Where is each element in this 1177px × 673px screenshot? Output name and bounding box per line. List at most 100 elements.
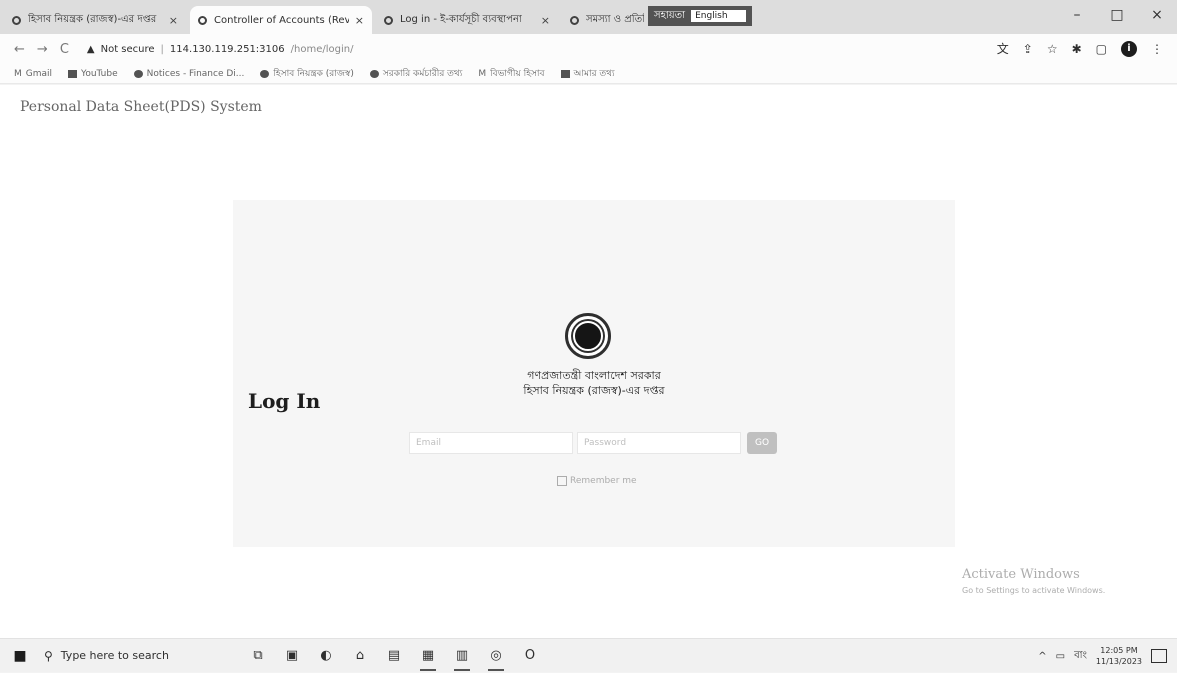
- bookmark-label: সরকারি কর্মচারীর তথ্য: [382, 69, 463, 79]
- share-icon[interactable]: ⇪: [1023, 42, 1033, 56]
- browser-tab-3[interactable]: সমস্যা ও প্রতিক্রিয়া: [562, 6, 652, 34]
- go-button[interactable]: GO: [747, 432, 777, 454]
- sidepanel-icon[interactable]: ▢: [1096, 42, 1107, 56]
- bookmark-label: আমার তথ্য: [573, 69, 615, 79]
- bookmark-label: Gmail: [25, 68, 53, 79]
- tab-title: Controller of Accounts (Revenue: [214, 14, 349, 26]
- reload-icon[interactable]: C: [60, 42, 69, 57]
- activate-windows-watermark: Activate Windows Go to Settings to activ…: [962, 567, 1105, 595]
- gmail-icon: M: [14, 68, 22, 79]
- remember-label: Remember me: [570, 476, 637, 486]
- remember-me[interactable]: Remember me: [557, 476, 637, 486]
- photos-icon[interactable]: ▦: [416, 645, 440, 671]
- close-tab-icon[interactable]: ×: [169, 14, 178, 27]
- emblem-center: [573, 321, 603, 351]
- input-language[interactable]: বাং: [1074, 648, 1087, 665]
- office-name: হিসাব নিয়ন্ত্রক (রাজস্ব)-এর দপ্তর: [523, 384, 665, 397]
- tab-favicon-icon: [570, 15, 579, 25]
- start-icon[interactable]: ■: [0, 648, 40, 664]
- bookmark-label: Notices - Finance Di...: [146, 68, 245, 79]
- edge-icon[interactable]: ◐: [314, 645, 338, 667]
- ime-language-bar[interactable]: সহায়তা English: [648, 6, 752, 26]
- gmail-icon: M: [478, 68, 487, 79]
- bookmark-label: বিভাগীয় হিসাব: [490, 69, 545, 79]
- tab-title: Log in - ই-কার্যসূচী ব্যবস্থাপনা: [400, 13, 522, 25]
- warning-icon: ▲: [86, 43, 95, 55]
- bookmark-gmail[interactable]: M Gmail: [14, 69, 52, 79]
- menu-icon[interactable]: ⋮: [1151, 42, 1163, 56]
- taskbar-apps: ⧉ ▣ ◐ ⌂ ▤ ▦ ▥ ◎ O: [246, 645, 542, 671]
- mail-icon[interactable]: ▤: [382, 645, 406, 667]
- star-icon[interactable]: ☆: [1047, 42, 1058, 56]
- ime-language-select[interactable]: English: [691, 10, 746, 22]
- bookmark-employee-info[interactable]: সরকারি কর্মচারীর তথ্য: [369, 66, 463, 81]
- youtube-icon: [68, 69, 78, 78]
- clock-time: 12:05 PM: [1100, 646, 1138, 655]
- url-field[interactable]: ▲ Not secure | 114.130.119.251:3106/home…: [87, 44, 354, 55]
- back-icon[interactable]: ←: [14, 42, 25, 57]
- bookmark-label: YouTube: [81, 68, 118, 79]
- maximize-icon[interactable]: □: [1097, 0, 1137, 30]
- browser-tab-1[interactable]: Controller of Accounts (Revenue ×: [190, 6, 372, 34]
- government-emblem-icon: [565, 313, 611, 359]
- search-placeholder: Type here to search: [60, 649, 169, 662]
- store-icon[interactable]: ⌂: [348, 645, 372, 667]
- window-controls: – □ ×: [1057, 0, 1177, 30]
- bookmark-divisional[interactable]: M বিভাগীয় হিসাব: [478, 66, 544, 81]
- bookmark-my-info[interactable]: আমার তথ্য: [560, 66, 615, 81]
- opera-icon[interactable]: O: [518, 645, 542, 667]
- clock[interactable]: 12:05 PM 11/13/2023: [1096, 645, 1142, 667]
- task-view-icon[interactable]: ⧉: [246, 645, 270, 667]
- site-icon: [560, 69, 570, 78]
- tab-favicon-icon: [12, 15, 21, 25]
- email-field[interactable]: [409, 432, 573, 454]
- site-brand[interactable]: Personal Data Sheet(PDS) System: [20, 99, 262, 115]
- security-warning[interactable]: Not secure: [101, 44, 155, 55]
- minimize-icon[interactable]: –: [1057, 0, 1097, 30]
- close-window-icon[interactable]: ×: [1137, 0, 1177, 30]
- profile-icon[interactable]: i: [1121, 40, 1137, 57]
- tab-favicon-icon: [384, 15, 393, 25]
- login-heading: Log In: [248, 389, 321, 413]
- browser-tab-strip: হিসাব নিয়ন্ত্রক (রাজস্ব)-এর দপ্তর × Con…: [0, 0, 1177, 34]
- browser-tab-0[interactable]: হিসাব নিয়ন্ত্রক (রাজস্ব)-এর দপ্তর ×: [4, 6, 186, 34]
- bookmark-notices[interactable]: Notices - Finance Di...: [133, 68, 245, 79]
- windows-taskbar: ■ ⚲ Type here to search ⧉ ▣ ◐ ⌂ ▤ ▦ ▥ ◎ …: [0, 638, 1177, 672]
- forward-icon[interactable]: →: [37, 42, 48, 57]
- chrome-icon[interactable]: ◎: [484, 645, 508, 671]
- tab-title: হিসাব নিয়ন্ত্রক (রাজস্ব)-এর দপ্তর: [28, 13, 157, 25]
- tab-favicon-icon: [198, 15, 207, 25]
- browser-toolbar: 文 ⇪ ☆ ✱ ▢ i ⋮: [997, 40, 1163, 57]
- browser-tab-2[interactable]: Log in - ই-কার্যসূচী ব্যবস্থাপনা ×: [376, 6, 558, 34]
- tab-title: সমস্যা ও প্রতিক্রিয়া: [586, 13, 644, 25]
- page-content: Personal Data Sheet(PDS) System গণপ্রজাত…: [0, 85, 1177, 638]
- taskbar-search[interactable]: ⚲ Type here to search: [40, 644, 232, 668]
- bookmark-youtube[interactable]: YouTube: [68, 69, 118, 79]
- system-tray: ^ ▭ বাং 12:05 PM 11/13/2023: [1038, 639, 1167, 673]
- activate-subtitle: Go to Settings to activate Windows.: [962, 586, 1106, 595]
- password-field[interactable]: [577, 432, 741, 454]
- site-icon: [260, 69, 270, 78]
- navigation-buttons: ← → C: [14, 42, 69, 57]
- bookmarks-bar: M Gmail YouTube Notices - Finance Di... হ…: [0, 64, 1177, 84]
- bookmark-label: হিসাব নিয়ন্ত্রক (রাজস্ব): [273, 69, 354, 79]
- chevron-up-icon[interactable]: ^: [1038, 651, 1046, 662]
- close-tab-icon[interactable]: ×: [355, 14, 364, 27]
- translate-icon[interactable]: 文: [997, 40, 1009, 57]
- extensions-icon[interactable]: ✱: [1072, 42, 1082, 56]
- close-tab-icon[interactable]: ×: [541, 14, 550, 27]
- notification-icon[interactable]: [1151, 649, 1167, 663]
- url-path: /home/login/: [290, 43, 354, 55]
- clock-date: 11/13/2023: [1095, 657, 1142, 666]
- file-explorer-icon[interactable]: ▣: [280, 645, 304, 667]
- url-host: 114.130.119.251:3106: [169, 43, 285, 55]
- remember-checkbox[interactable]: [557, 476, 567, 486]
- login-form: [409, 432, 741, 454]
- site-icon: [133, 69, 143, 78]
- url-separator: |: [160, 43, 164, 55]
- globe-icon: [369, 69, 379, 78]
- word-icon[interactable]: ▥: [450, 645, 474, 671]
- search-icon: ⚲: [44, 648, 53, 663]
- network-icon[interactable]: ▭: [1056, 651, 1065, 662]
- bookmark-accounts[interactable]: হিসাব নিয়ন্ত্রক (রাজস্ব): [260, 66, 354, 81]
